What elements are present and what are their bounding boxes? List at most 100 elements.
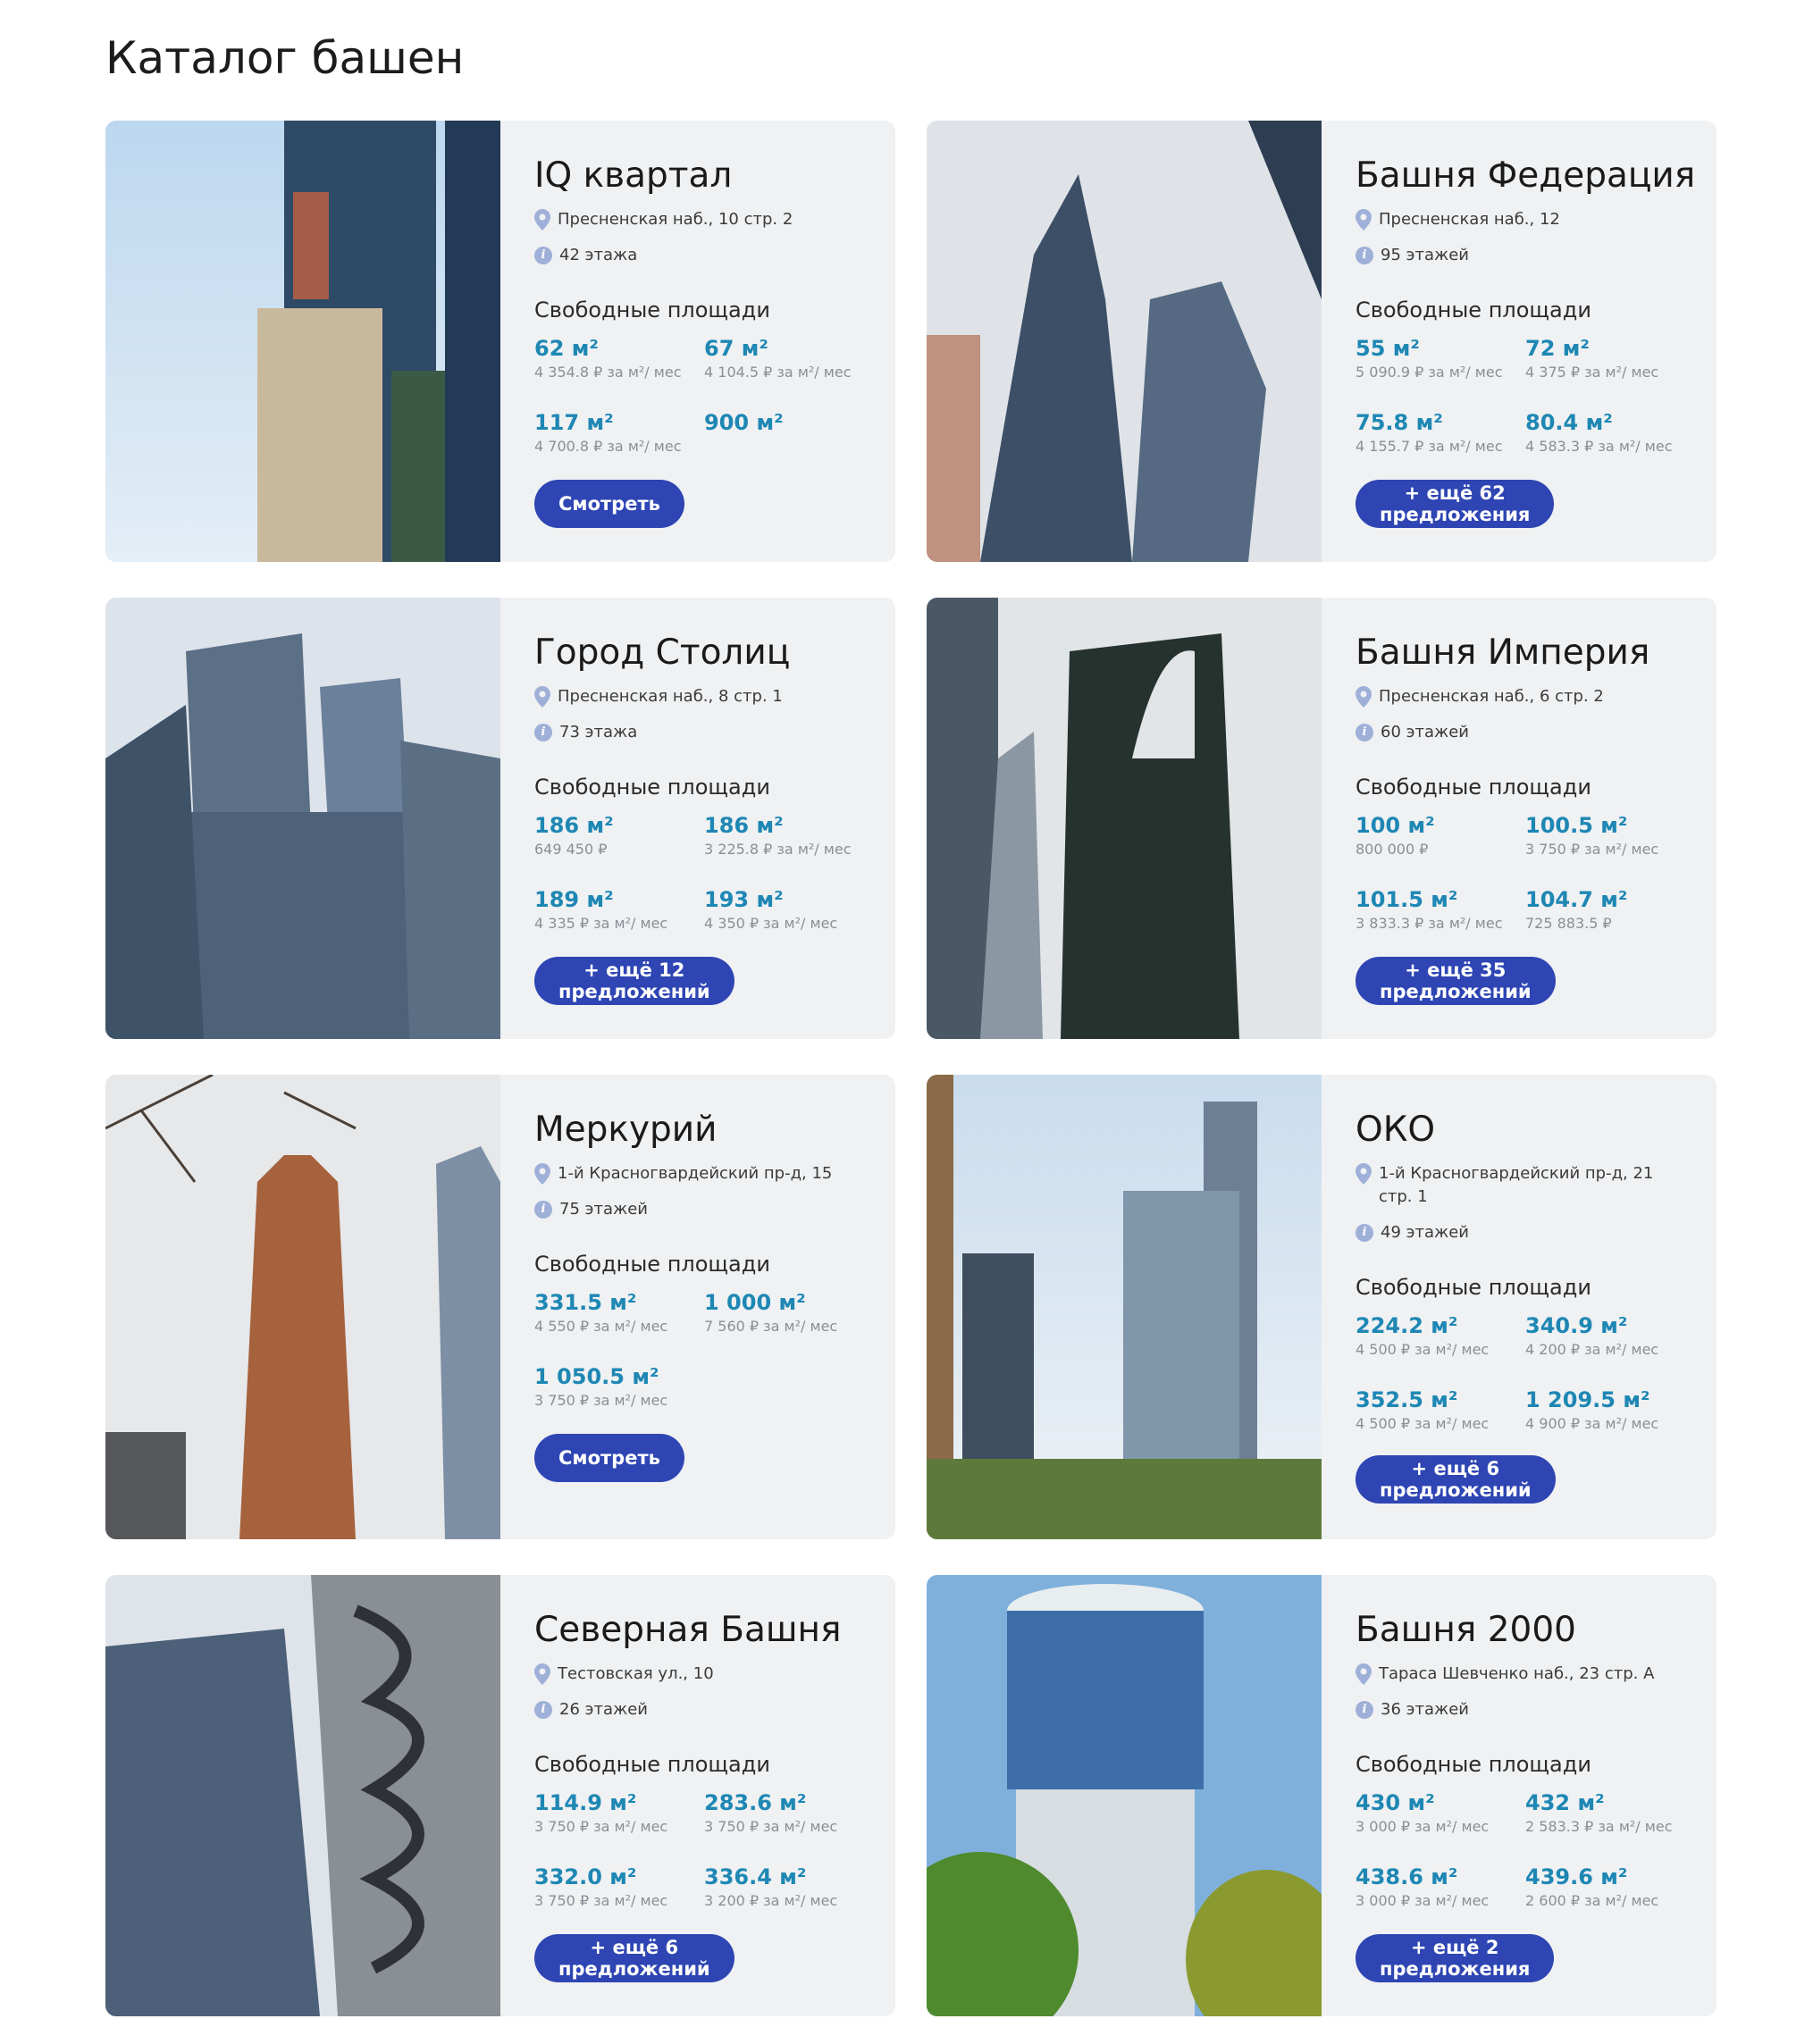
offer-area[interactable]: 332.0 м²	[534, 1864, 704, 1890]
offer-item[interactable]: 186 м² 649 450 ₽	[534, 812, 704, 862]
tower-name[interactable]: Меркурий	[534, 1107, 877, 1153]
offer-item[interactable]: 283.6 м² 3 750 ₽ за м²/ мес	[704, 1789, 874, 1839]
offer-item[interactable]: 340.9 м² 4 200 ₽ за м²/ мес	[1525, 1312, 1695, 1362]
tower-photo[interactable]	[927, 598, 1322, 1039]
offer-area[interactable]: 352.5 м²	[1356, 1386, 1525, 1413]
tower-card[interactable]: Меркурий 1-й Красногвардейский пр-д, 15 …	[105, 1075, 895, 1539]
offer-area[interactable]: 72 м²	[1525, 335, 1695, 362]
offer-area[interactable]: 438.6 м²	[1356, 1864, 1525, 1890]
view-button[interactable]: Смотреть	[534, 1434, 684, 1482]
more-offers-button[interactable]: + ещё 35 предложений	[1356, 957, 1556, 1005]
offer-item[interactable]: 439.6 м² 2 600 ₽ за м²/ мес	[1525, 1864, 1695, 1914]
offer-area[interactable]: 224.2 м²	[1356, 1312, 1525, 1339]
offer-item[interactable]: 438.6 м² 3 000 ₽ за м²/ мес	[1356, 1864, 1525, 1914]
offer-area[interactable]: 100 м²	[1356, 812, 1525, 839]
offer-area[interactable]: 340.9 м²	[1525, 1312, 1695, 1339]
tower-photo[interactable]	[105, 1575, 500, 2016]
offer-item[interactable]: 224.2 м² 4 500 ₽ за м²/ мес	[1356, 1312, 1525, 1362]
offer-item[interactable]: 900 м²	[704, 409, 874, 459]
offer-item[interactable]: 189 м² 4 335 ₽ за м²/ мес	[534, 886, 704, 936]
offer-area[interactable]: 283.6 м²	[704, 1789, 874, 1816]
offer-area[interactable]: 75.8 м²	[1356, 409, 1525, 436]
tower-name[interactable]: IQ квартал	[534, 153, 877, 199]
tower-card[interactable]: ОКО 1-й Красногвардейский пр-д, 21 стр. …	[927, 1075, 1716, 1539]
offer-item[interactable]: 432 м² 2 583.3 ₽ за м²/ мес	[1525, 1789, 1695, 1839]
offer-area[interactable]: 55 м²	[1356, 335, 1525, 362]
offer-area[interactable]: 67 м²	[704, 335, 874, 362]
more-offers-button[interactable]: + ещё 62 предложения	[1356, 480, 1555, 528]
offer-price: 3 225.8 ₽ за м²/ мес	[704, 841, 852, 858]
offer-item[interactable]: 332.0 м² 3 750 ₽ за м²/ мес	[534, 1864, 704, 1914]
view-button[interactable]: Смотреть	[534, 480, 684, 528]
tower-photo[interactable]	[105, 598, 500, 1039]
offer-item[interactable]: 1 000 м² 7 560 ₽ за м²/ мес	[704, 1289, 874, 1339]
offer-area[interactable]: 104.7 м²	[1525, 886, 1695, 913]
more-offers-button[interactable]: + ещё 6 предложений	[1356, 1455, 1556, 1504]
offer-item[interactable]: 117 м² 4 700.8 ₽ за м²/ мес	[534, 409, 704, 459]
offer-area[interactable]: 439.6 м²	[1525, 1864, 1695, 1890]
offer-area[interactable]: 186 м²	[534, 812, 704, 839]
tower-card[interactable]: Башня 2000 Тараса Шевченко наб., 23 стр.…	[927, 1575, 1716, 2016]
offer-area[interactable]: 430 м²	[1356, 1789, 1525, 1816]
offer-item[interactable]: 1 050.5 м² 3 750 ₽ за м²/ мес	[534, 1363, 704, 1413]
offer-item[interactable]: 104.7 м² 725 883.5 ₽	[1525, 886, 1695, 936]
tower-photo[interactable]	[927, 1575, 1322, 2016]
offer-item[interactable]: 100 м² 800 000 ₽	[1356, 812, 1525, 862]
offer-area[interactable]: 331.5 м²	[534, 1289, 704, 1316]
offer-area[interactable]: 100.5 м²	[1525, 812, 1695, 839]
offer-area[interactable]: 117 м²	[534, 409, 704, 436]
offer-price: 4 350 ₽ за м²/ мес	[704, 915, 838, 932]
offer-area[interactable]: 80.4 м²	[1525, 409, 1695, 436]
tower-name[interactable]: Город Столиц	[534, 630, 877, 676]
tower-photo[interactable]	[105, 1075, 500, 1539]
tower-card[interactable]: Башня Федерация Пресненская наб., 12 i 9…	[927, 121, 1716, 562]
more-offers-button[interactable]: + ещё 2 предложения	[1356, 1934, 1555, 1982]
offer-area[interactable]: 114.9 м²	[534, 1789, 704, 1816]
offer-area[interactable]: 62 м²	[534, 335, 704, 362]
offer-area[interactable]: 1 000 м²	[704, 1289, 874, 1316]
offer-item[interactable]: 75.8 м² 4 155.7 ₽ за м²/ мес	[1356, 409, 1525, 459]
offers-grid: 100 м² 800 000 ₽ 100.5 м² 3 750 ₽ за м²/ м…	[1356, 812, 1699, 936]
tower-name[interactable]: Башня Империя	[1356, 630, 1699, 676]
offer-item[interactable]: 193 м² 4 350 ₽ за м²/ мес	[704, 886, 874, 936]
offer-item[interactable]: 352.5 м² 4 500 ₽ за м²/ мес	[1356, 1386, 1525, 1437]
offer-area[interactable]: 336.4 м²	[704, 1864, 874, 1890]
offer-area[interactable]: 900 м²	[704, 409, 874, 436]
tower-name[interactable]: ОКО	[1356, 1107, 1699, 1153]
offer-area[interactable]: 193 м²	[704, 886, 874, 913]
offer-area[interactable]: 101.5 м²	[1356, 886, 1525, 913]
offer-item[interactable]: 114.9 м² 3 750 ₽ за м²/ мес	[534, 1789, 704, 1839]
tower-name[interactable]: Башня Федерация	[1356, 153, 1699, 199]
tower-photo[interactable]	[105, 121, 500, 562]
offer-area[interactable]: 186 м²	[704, 812, 874, 839]
offer-item[interactable]: 100.5 м² 3 750 ₽ за м²/ мес	[1525, 812, 1695, 862]
offer-item[interactable]: 55 м² 5 090.9 ₽ за м²/ мес	[1356, 335, 1525, 385]
tower-card[interactable]: Башня Империя Пресненская наб., 6 стр. 2…	[927, 598, 1716, 1039]
tower-photo[interactable]	[927, 1075, 1322, 1539]
offer-item[interactable]: 1 209.5 м² 4 900 ₽ за м²/ мес	[1525, 1386, 1695, 1437]
offer-item[interactable]: 331.5 м² 4 550 ₽ за м²/ мес	[534, 1289, 704, 1339]
offer-item[interactable]: 62 м² 4 354.8 ₽ за м²/ мес	[534, 335, 704, 385]
offer-item[interactable]: 430 м² 3 000 ₽ за м²/ мес	[1356, 1789, 1525, 1839]
offer-item[interactable]: 336.4 м² 3 200 ₽ за м²/ мес	[704, 1864, 874, 1914]
offer-item[interactable]: 186 м² 3 225.8 ₽ за м²/ мес	[704, 812, 874, 862]
tower-photo[interactable]	[927, 121, 1322, 562]
offer-area[interactable]: 1 209.5 м²	[1525, 1386, 1695, 1413]
tower-card[interactable]: Северная Башня Тестовская ул., 10 i 26 э…	[105, 1575, 895, 2016]
offer-price: 725 883.5 ₽	[1525, 915, 1612, 932]
tower-card[interactable]: IQ квартал Пресненская наб., 10 стр. 2 i…	[105, 121, 895, 562]
offer-item[interactable]: 67 м² 4 104.5 ₽ за м²/ мес	[704, 335, 874, 385]
offer-area[interactable]: 432 м²	[1525, 1789, 1695, 1816]
tower-name[interactable]: Башня 2000	[1356, 1607, 1699, 1654]
offer-area[interactable]: 1 050.5 м²	[534, 1363, 704, 1390]
more-offers-button[interactable]: + ещё 6 предложений	[534, 1934, 734, 1982]
offer-price: 4 104.5 ₽ за м²/ мес	[704, 364, 852, 381]
offer-area[interactable]: 189 м²	[534, 886, 704, 913]
more-offers-button[interactable]: + ещё 12 предложений	[534, 957, 734, 1005]
tower-name[interactable]: Северная Башня	[534, 1607, 877, 1654]
offer-item[interactable]: 80.4 м² 4 583.3 ₽ за м²/ мес	[1525, 409, 1695, 459]
free-spaces-title: Свободные площади	[1356, 297, 1591, 323]
tower-card[interactable]: Город Столиц Пресненская наб., 8 стр. 1 …	[105, 598, 895, 1039]
offer-item[interactable]: 101.5 м² 3 833.3 ₽ за м²/ мес	[1356, 886, 1525, 936]
offer-item[interactable]: 72 м² 4 375 ₽ за м²/ мес	[1525, 335, 1695, 385]
